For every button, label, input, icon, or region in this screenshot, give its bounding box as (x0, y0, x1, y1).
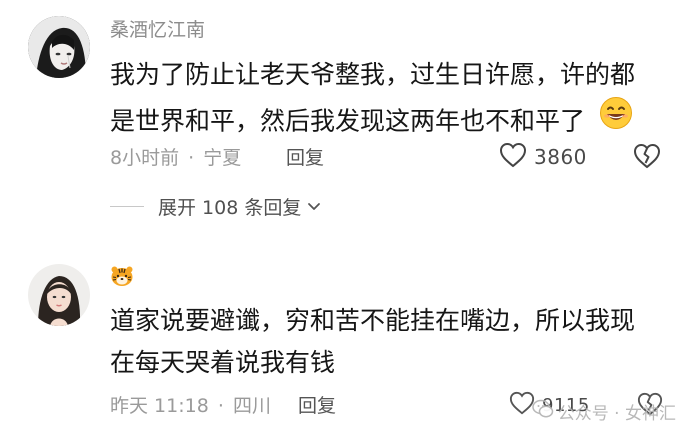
comment-meta: 8小时前 · 宁夏 (110, 145, 241, 171)
meta-separator: · (188, 147, 195, 169)
username[interactable]: 桑酒忆江南 (110, 18, 205, 42)
wechat-icon (532, 399, 558, 424)
timestamp: 昨天 11:18 (110, 395, 209, 417)
broken-heart-icon (632, 143, 662, 174)
meta-separator: · (217, 395, 224, 417)
comment-text-line-2: 在每天哭着说我有钱 (110, 348, 336, 377)
expand-replies-label: 展开 108 条回复 (158, 197, 302, 219)
location: 宁夏 (203, 147, 242, 169)
timestamp: 8小时前 (110, 147, 180, 169)
comment-text-line-2: 是世界和平，然后我发现这两年也不和平了 (110, 96, 633, 147)
avatar-image (28, 264, 90, 326)
smile-emoji-icon (599, 96, 633, 145)
watermark: 公众号 · 女神汇 (532, 399, 676, 424)
comment-meta: 昨天 11:18 · 四川 (110, 393, 271, 419)
comment-text-line-1: 我为了防止让老天爷整我，过生日许愿，许的都 (110, 60, 636, 89)
tiger-emoji-icon (110, 265, 134, 291)
reply-button[interactable]: 回复 (298, 393, 336, 419)
like-count: 3860 (534, 145, 587, 169)
like-button[interactable]: 3860 (498, 141, 587, 173)
dislike-button[interactable] (632, 142, 662, 174)
expand-replies[interactable]: 展开 108 条回复 (110, 193, 321, 220)
comment-1: 桑酒忆江南 我为了防止让老天爷整我，过生日许愿，许的都 是世界和平，然后我发现这… (0, 0, 690, 230)
location: 四川 (232, 395, 271, 417)
watermark-text: 公众号 · 女神汇 (557, 404, 676, 424)
avatar-image (28, 16, 90, 78)
avatar[interactable] (28, 264, 90, 326)
heart-icon (498, 141, 528, 173)
divider (110, 206, 144, 207)
comment-text-line-1: 道家说要避谶，穷和苦不能挂在嘴边，所以我现 (110, 306, 636, 335)
avatar[interactable] (28, 16, 90, 78)
reply-button[interactable]: 回复 (286, 145, 324, 171)
chevron-down-icon (307, 202, 321, 212)
comment-text-line-2-content: 是世界和平，然后我发现这两年也不和平了 (110, 106, 586, 136)
